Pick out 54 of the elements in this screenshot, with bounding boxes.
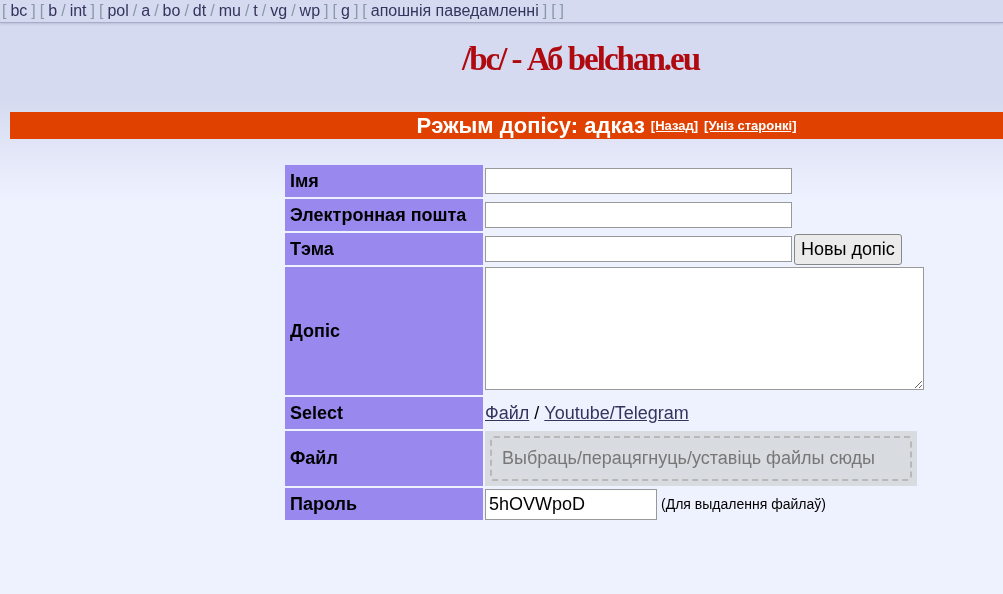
nav-separator: ] [353, 2, 359, 20]
nav-separator: [ [332, 2, 337, 20]
nav-separator: / [184, 2, 189, 20]
board-link[interactable]: wp [299, 2, 321, 20]
message-field[interactable] [485, 267, 924, 390]
field-label: Электронная пошта [285, 199, 483, 231]
post-mode-text: Рэжым допісу: адказ [416, 112, 645, 139]
nav-link[interactable]: [Назад] [650, 118, 699, 133]
nav-separator: [ [551, 2, 556, 20]
nav-separator: [ [39, 2, 45, 20]
nav-separator: / [244, 2, 250, 20]
board-link[interactable]: vg [270, 2, 288, 20]
board-link[interactable]: mu [218, 2, 241, 20]
password-note: (Для выдалення файлаў) [661, 496, 826, 512]
board-link[interactable]: a [141, 2, 151, 20]
board-link[interactable]: b [48, 2, 58, 20]
board-link[interactable]: dt [192, 2, 207, 20]
board-link[interactable]: bo [162, 2, 181, 20]
board-link[interactable]: апошнія паведамленні [370, 2, 539, 20]
board-link[interactable]: g [340, 2, 350, 20]
field-label: Допіс [285, 267, 483, 395]
embed-link[interactable]: Youtube/Telegram [544, 402, 689, 423]
board-link[interactable]: int [69, 2, 87, 20]
nav-separator: ] [559, 2, 565, 20]
file-link[interactable]: Файл [485, 402, 530, 423]
field-label: Імя [285, 165, 483, 197]
text-field[interactable] [485, 168, 792, 194]
text-field[interactable] [485, 236, 792, 262]
board-link[interactable]: pol [107, 2, 129, 20]
nav-separator: [ [362, 2, 367, 20]
nav-link[interactable]: [Уніз старонкі] [704, 118, 797, 133]
nav-separator: [ [99, 2, 104, 20]
nav-separator: ] [324, 2, 329, 20]
nav-separator: / [261, 2, 267, 20]
nav-separator: ] [542, 2, 548, 20]
nav-separator: / [132, 2, 138, 20]
new-post-button[interactable]: Новы допіс [794, 233, 902, 265]
nav-separator: / [154, 2, 159, 20]
text-field[interactable] [485, 202, 792, 228]
board-title: /bc/ - Аб belchan.eu [462, 41, 701, 79]
nav-separator: [ [2, 2, 7, 20]
nav-separator: / [61, 2, 66, 20]
field-label: Тэма [285, 233, 483, 265]
field-label: Пароль [285, 488, 483, 520]
password-field[interactable]: 5hOVWpoD [485, 488, 657, 520]
field-label: Select [285, 397, 483, 429]
nav-separator: / [291, 2, 296, 20]
board-link[interactable]: t [253, 2, 258, 20]
field-label: Файл [285, 431, 483, 486]
separator: / [534, 402, 540, 423]
board-link[interactable]: bc [10, 2, 28, 20]
nav-separator: ] [90, 2, 95, 20]
nav-separator: / [210, 2, 215, 20]
nav-separator: ] [31, 2, 36, 20]
